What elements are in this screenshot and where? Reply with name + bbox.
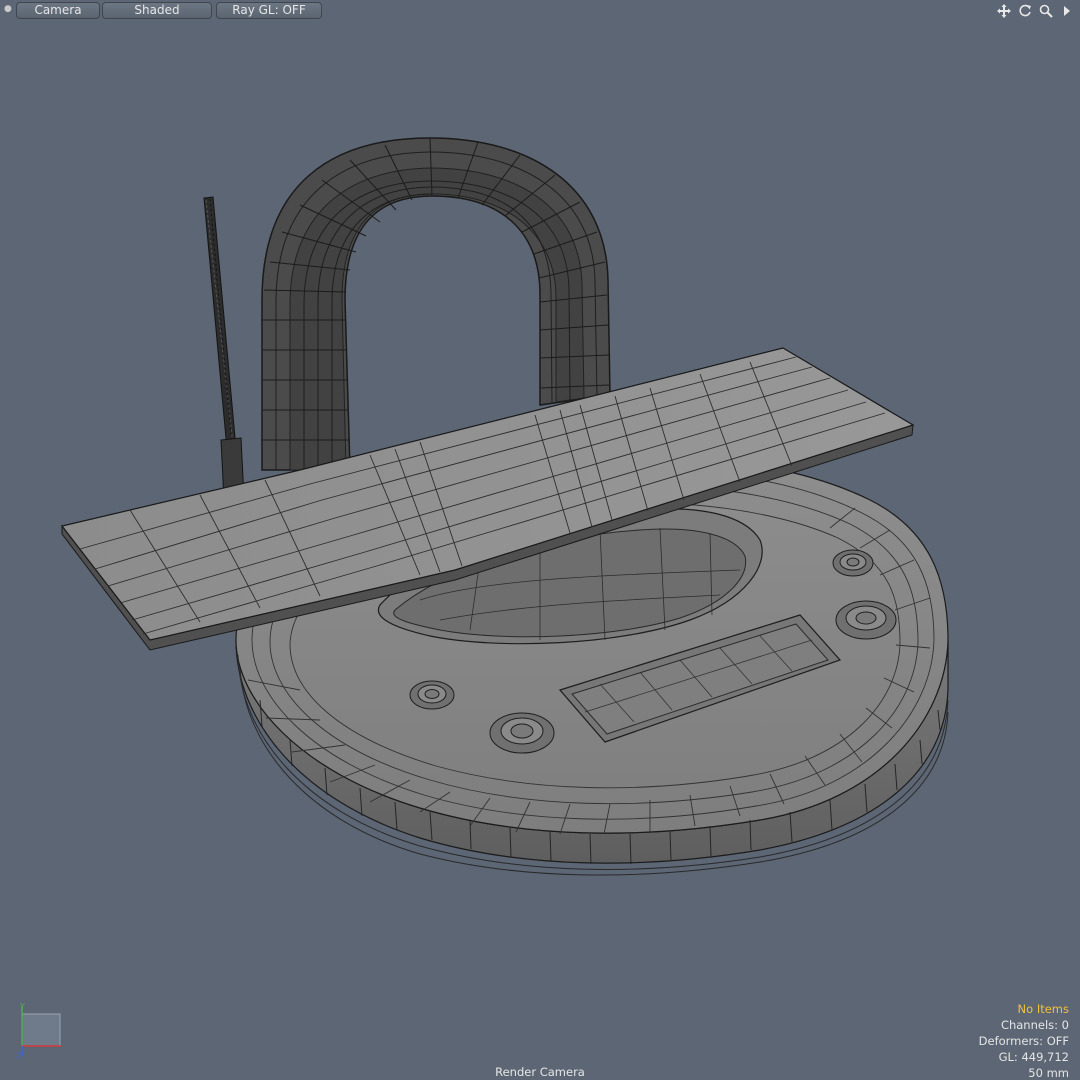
active-camera-label: Render Camera	[495, 1065, 585, 1079]
viewport-toolbar: ● Camera Shaded Ray GL: OFF	[0, 0, 1080, 22]
button-4	[835, 600, 897, 640]
button-2	[489, 712, 555, 754]
axis-z-label: Z	[17, 1051, 23, 1058]
antenna-mesh	[203, 196, 245, 501]
channels-count: Channels: 0	[1000, 1018, 1069, 1032]
button-3	[832, 549, 874, 577]
scene-mesh[interactable]	[0, 0, 1080, 1080]
zoom-view-icon[interactable]	[1037, 2, 1055, 19]
3d-viewport[interactable]: ● Camera Shaded Ray GL: OFF Y Z No Items…	[0, 0, 1080, 1080]
axis-y-label: Y	[19, 1002, 25, 1011]
more-arrow-icon[interactable]	[1058, 2, 1076, 19]
button-1	[409, 680, 455, 710]
selection-status: No Items	[1017, 1002, 1069, 1016]
rotate-view-icon[interactable]	[1016, 2, 1034, 19]
move-view-icon[interactable]	[995, 2, 1013, 19]
view-navigation-icons	[995, 2, 1076, 19]
gl-polycount: GL: 449,712	[998, 1050, 1069, 1064]
shading-dropdown[interactable]: Shaded	[102, 2, 212, 19]
axis-gizmo: Y Z	[17, 1002, 62, 1058]
deformers-status: Deformers: OFF	[978, 1034, 1069, 1048]
camera-dropdown[interactable]: Camera	[16, 2, 100, 19]
viewport-menu-icon[interactable]: ●	[4, 5, 13, 14]
raygl-dropdown[interactable]: Ray GL: OFF	[216, 2, 322, 19]
